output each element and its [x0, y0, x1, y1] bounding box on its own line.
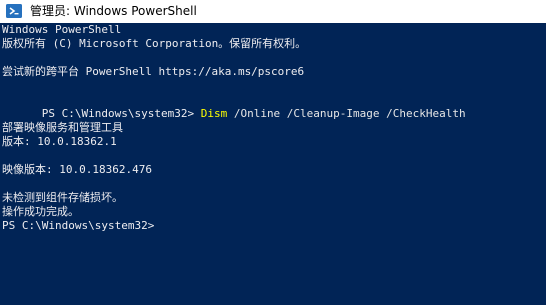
- command-line: PS C:\Windows\system32> Dism /Online /Cl…: [2, 93, 466, 120]
- command-name: Dism: [200, 107, 228, 120]
- console-line: 未检测到组件存储损坏。: [2, 191, 123, 204]
- console-line: 版本: 10.0.18362.1: [2, 135, 117, 148]
- console-line: 映像版本: 10.0.18362.476: [2, 163, 152, 176]
- title-bar[interactable]: 管理员: Windows PowerShell: [0, 0, 546, 23]
- powershell-window: 管理员: Windows PowerShell Windows PowerShe…: [0, 0, 546, 305]
- console-area[interactable]: Windows PowerShell 版权所有 (C) Microsoft Co…: [0, 23, 546, 305]
- console-line: 部署映像服务和管理工具: [2, 121, 123, 134]
- console-line: 尝试新的跨平台 PowerShell https://aka.ms/pscore…: [2, 65, 305, 78]
- window-title: 管理员: Windows PowerShell: [30, 4, 197, 18]
- console-line: 操作成功完成。: [2, 205, 79, 218]
- prompt-text: PS C:\Windows\system32>: [41, 107, 201, 120]
- console-line: Windows PowerShell: [2, 23, 122, 36]
- console-line: 版权所有 (C) Microsoft Corporation。保留所有权利。: [2, 37, 307, 50]
- command-arguments: /Online /Cleanup-Image /CheckHealth: [227, 107, 466, 120]
- powershell-icon: [6, 3, 22, 19]
- current-prompt: PS C:\Windows\system32>: [2, 219, 155, 232]
